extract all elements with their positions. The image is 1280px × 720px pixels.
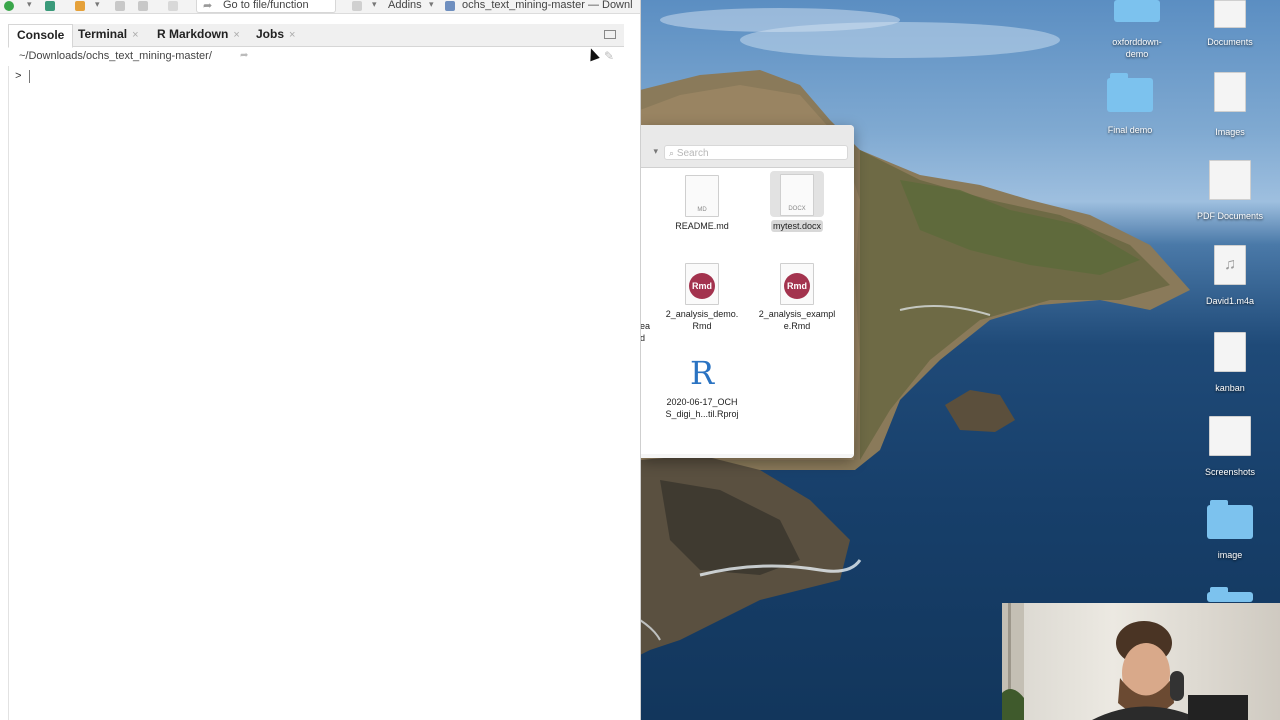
working-directory-path: ~/Downloads/ochs_text_mining-master/ — [19, 50, 212, 62]
pdf-stack-icon — [1209, 160, 1251, 200]
presenter-video-feed — [1002, 603, 1248, 720]
finder-item-rproj[interactable]: R 2020-06-17_OCH S_digi_h...til.Rproj — [657, 353, 747, 420]
chevron-down-icon[interactable]: ▾ — [95, 0, 100, 10]
desktop-item-screenshots[interactable]: Screenshots — [1190, 416, 1270, 478]
folder-icon — [1114, 0, 1160, 22]
main-toolbar: ▾ ▾ ➦ Go to file/function ▾ Addins ▾ och… — [0, 0, 640, 14]
chevron-down-icon[interactable]: ▾ — [27, 0, 32, 10]
document-icon — [1214, 332, 1246, 372]
console-tabbar: Console Terminal × R Markdown × Jobs × — [8, 24, 624, 48]
folder-icon — [1207, 500, 1253, 539]
finder-search-field[interactable]: ⌕ Search — [664, 145, 848, 160]
desktop-item-david1-m4a[interactable]: ♫ David1.m4a — [1190, 245, 1270, 307]
save-all-icon[interactable] — [138, 1, 148, 11]
partial-item-label[interactable]: ea d — [640, 320, 650, 344]
close-icon[interactable]: × — [289, 29, 295, 41]
addins-menu[interactable]: Addins — [388, 0, 422, 11]
desktop-item-image[interactable]: image — [1190, 500, 1270, 561]
docx-file-icon: DOCX — [780, 174, 814, 216]
desktop-item-label: Screenshots — [1204, 467, 1256, 477]
desktop-item-final-demo[interactable]: Final demo — [1090, 73, 1170, 136]
rmd-file-icon: Rmd — [685, 263, 719, 305]
grid-icon[interactable] — [352, 1, 362, 11]
desktop-item-label: Final demo — [1107, 125, 1153, 135]
search-placeholder: Search — [676, 148, 709, 159]
open-file-icon[interactable] — [75, 1, 85, 11]
text-caret — [29, 70, 30, 83]
tab-label: R Markdown — [157, 27, 229, 41]
desktop-item-label: David1.m4a — [1205, 296, 1255, 306]
finder-item-analysis-demo[interactable]: Rmd 2_analysis_demo. Rmd — [657, 263, 747, 332]
close-icon[interactable]: × — [132, 29, 138, 41]
webcam-overlay — [1002, 603, 1280, 720]
goto-file-function-input[interactable]: ➦ Go to file/function — [196, 0, 336, 13]
desktop-item-oxforddown-demo[interactable]: oxforddown-demo — [1097, 0, 1177, 60]
music-note-icon: ♫ — [1214, 245, 1246, 285]
finder-item-label: mytest.docx — [770, 220, 823, 232]
restore-pane-icon[interactable] — [604, 30, 616, 39]
desktop-item-label: Documents — [1207, 37, 1253, 47]
tab-label: Jobs — [256, 27, 285, 41]
folder-icon — [1107, 73, 1153, 112]
desktop-item-label: image — [1217, 550, 1243, 560]
clear-console-icon[interactable]: ✎ — [604, 49, 614, 63]
desktop-item-pdf-documents[interactable]: PDF Documents — [1190, 160, 1270, 222]
screenshot-icon — [1209, 416, 1251, 456]
console-prompt: > — [15, 71, 22, 83]
print-icon[interactable] — [168, 1, 178, 11]
desktop-item-documents[interactable]: Documents — [1190, 0, 1270, 48]
chevron-down-icon[interactable]: ▾ — [640, 146, 658, 162]
folder-icon — [1207, 587, 1253, 602]
document-icon — [1214, 0, 1246, 28]
desktop-item-partial-folder[interactable] — [1190, 587, 1270, 602]
finder-item-label: README.md — [675, 221, 729, 231]
chevron-down-icon[interactable]: ▾ — [429, 0, 434, 10]
project-menu[interactable]: ochs_text_mining-master — Downl — [462, 0, 633, 11]
save-icon[interactable] — [115, 1, 125, 11]
desktop-item-images[interactable]: Images — [1190, 72, 1270, 138]
desktop-item-label: oxforddown-demo — [1112, 37, 1162, 59]
document-icon — [1214, 72, 1246, 112]
tab-label: Console — [17, 28, 65, 42]
finder-statusbar — [640, 454, 854, 458]
tab-r-markdown[interactable]: R Markdown × — [157, 24, 240, 46]
finder-item-label: 2_analysis_demo. Rmd — [665, 309, 739, 331]
tab-label: Terminal — [78, 27, 128, 41]
rmd-file-icon: Rmd — [780, 263, 814, 305]
desktop-item-label: kanban — [1215, 383, 1245, 393]
finder-item-readme[interactable]: MD README.md — [657, 175, 747, 232]
search-icon: ⌕ — [669, 148, 675, 158]
new-project-icon[interactable] — [45, 1, 55, 11]
desktop-item-kanban[interactable]: kanban — [1190, 332, 1270, 394]
finder-item-label: 2020-06-17_OCH S_digi_h...til.Rproj — [665, 397, 739, 419]
finder-toolbar: ▾ ⌕ Search — [640, 125, 854, 168]
desktop-item-label: Images — [1215, 127, 1245, 137]
finder-item-label: 2_analysis_exampl e.Rmd — [758, 309, 836, 331]
finder-item-analysis-example[interactable]: Rmd 2_analysis_exampl e.Rmd — [752, 263, 842, 332]
desktop-item-label: PDF Documents — [1196, 211, 1264, 221]
finder-item-mytest-docx[interactable]: DOCX mytest.docx — [752, 171, 842, 232]
chevron-down-icon[interactable]: ▾ — [372, 0, 377, 10]
arrow-icon: ➦ — [203, 0, 213, 12]
go-to-directory-icon[interactable]: ➦ — [240, 50, 248, 61]
new-file-icon[interactable] — [4, 1, 14, 11]
rstudio-window[interactable]: ▾ ▾ ➦ Go to file/function ▾ Addins ▾ och… — [0, 0, 641, 720]
tab-console[interactable]: Console — [8, 24, 74, 48]
tab-jobs[interactable]: Jobs × — [256, 24, 295, 46]
console-output[interactable]: > — [8, 66, 625, 720]
finder-window[interactable]: ▾ ⌕ Search ea d MD README.md DOCX mytest.… — [640, 125, 854, 458]
goto-placeholder: Go to file/function — [223, 0, 309, 11]
close-icon[interactable]: × — [233, 29, 239, 41]
project-icon[interactable] — [445, 1, 455, 11]
tab-terminal[interactable]: Terminal × — [78, 24, 139, 46]
rproj-file-icon: R — [689, 354, 715, 392]
working-directory-bar: ~/Downloads/ochs_text_mining-master/ ➦ ✎ — [8, 47, 624, 65]
markdown-file-icon: MD — [685, 175, 719, 217]
